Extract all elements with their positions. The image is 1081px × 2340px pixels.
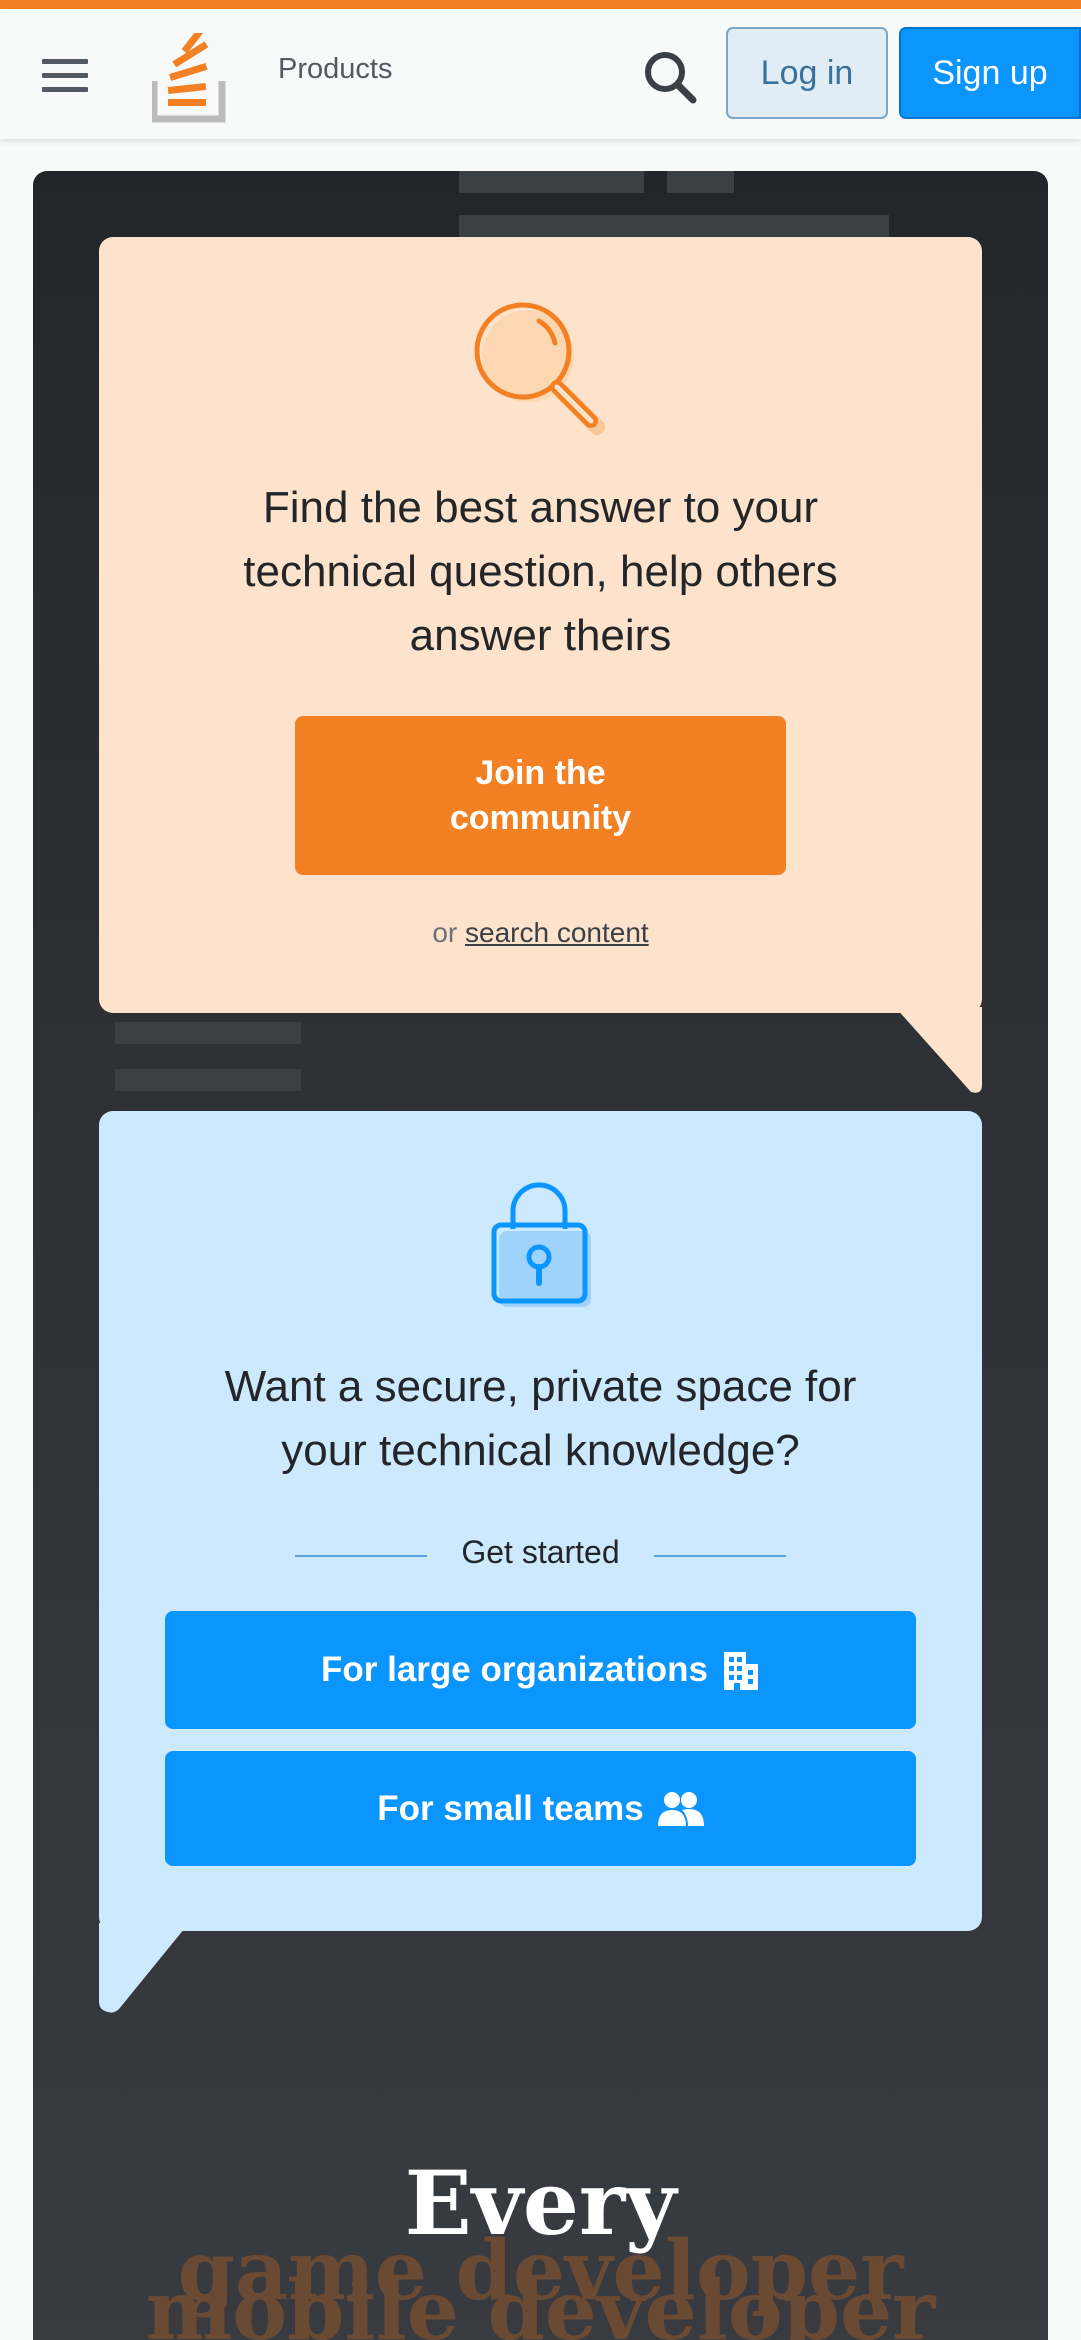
ghost-bar: [667, 171, 734, 193]
teams-card-title: Want a secure, private space for your te…: [224, 1362, 857, 1475]
hamburger-menu-icon[interactable]: [42, 57, 88, 95]
hero-section: Find the best answer to your technical q…: [33, 171, 1048, 2340]
teams-card: Want a secure, private space for your te…: [99, 1111, 982, 1931]
get-started-divider: Get started: [295, 1534, 786, 1574]
community-card: Find the best answer to your technical q…: [99, 237, 982, 1013]
ghost-bar: [115, 1069, 301, 1091]
small-teams-button[interactable]: For small teams: [165, 1751, 916, 1866]
divider-line: [654, 1555, 786, 1557]
magnifier-icon: [474, 302, 605, 435]
speech-bubble-tail: [895, 1007, 982, 1093]
large-organizations-button[interactable]: For large organizations: [165, 1611, 916, 1729]
stack-overflow-logo[interactable]: [152, 33, 226, 123]
get-started-label: Get started: [461, 1534, 620, 1570]
role-text: mobile developer: [145, 2263, 936, 2340]
community-card-title: Find the best answer to your technical q…: [243, 483, 838, 660]
search-content-link[interactable]: search content: [465, 917, 649, 948]
ghost-bar: [459, 171, 644, 193]
login-button[interactable]: Log in: [726, 27, 888, 119]
rotating-roles: game developer mobile developer: [33, 2230, 1048, 2340]
building-icon: [724, 1652, 758, 1690]
signup-button[interactable]: Sign up: [899, 27, 1081, 119]
speech-bubble-tail: [99, 1923, 189, 2013]
search-icon[interactable]: [640, 47, 700, 107]
top-accent-bar: [0, 0, 1081, 9]
search-content-line: or search content: [432, 917, 649, 948]
join-community-button[interactable]: Join the community: [295, 716, 786, 875]
padlock-icon: [491, 1182, 591, 1307]
ghost-bar: [115, 1022, 301, 1044]
users-icon: [657, 1791, 704, 1826]
site-header: Products Log in Sign up: [0, 9, 1081, 139]
products-menu[interactable]: Products: [278, 53, 392, 86]
ghost-bar: [459, 215, 889, 237]
